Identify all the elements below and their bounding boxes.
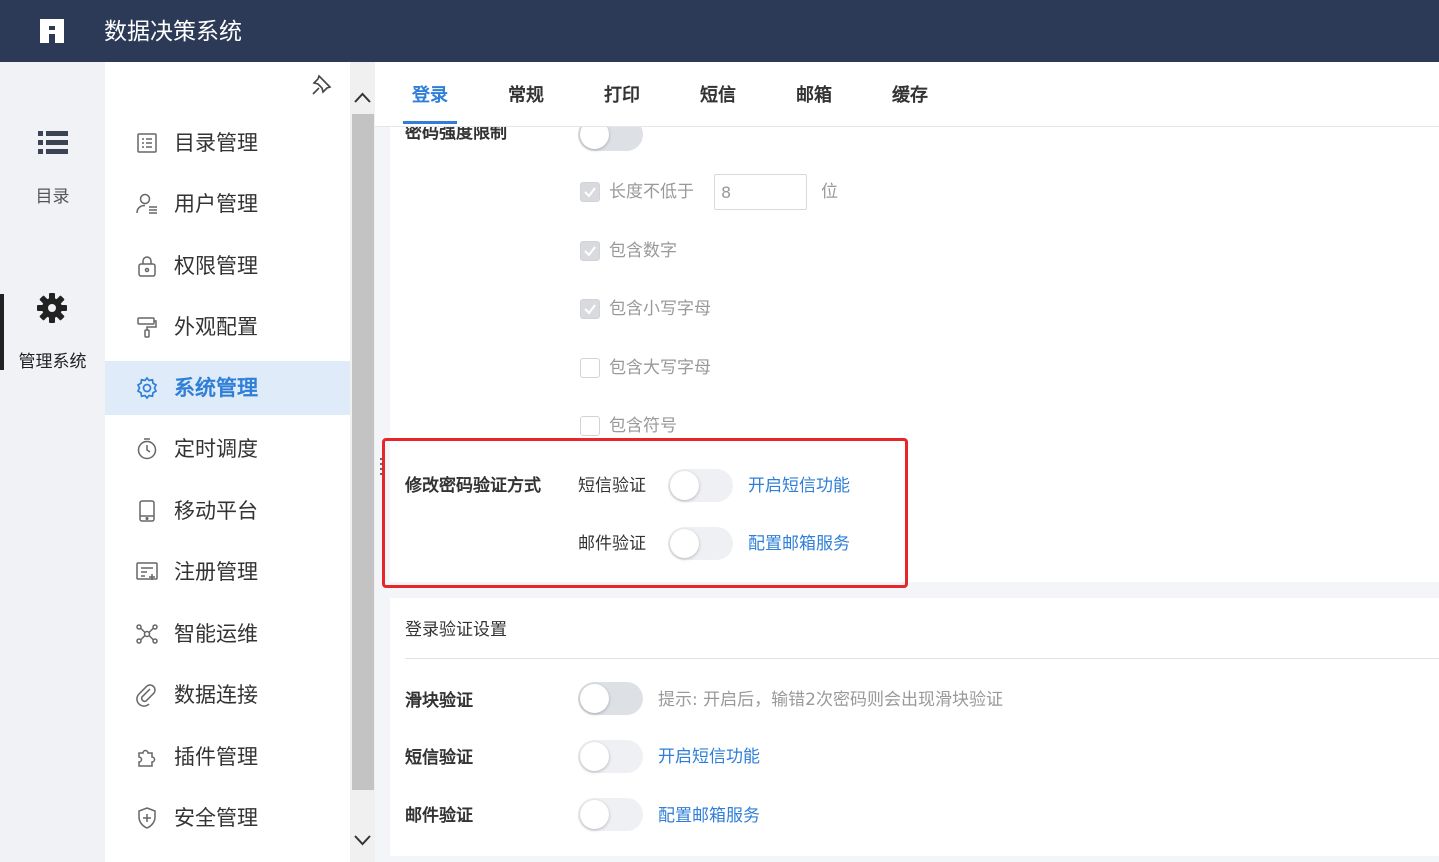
timer-icon: [137, 438, 157, 460]
tab-login-label[interactable]: 登录: [412, 83, 448, 109]
min-length-unit: 位: [821, 182, 838, 202]
fine-logo-icon: [40, 19, 64, 43]
top-bar: 数据决策系统: [0, 0, 1439, 62]
sidebar-item-label: 注册管理: [174, 560, 258, 584]
sidebar-item-label: 权限管理: [174, 254, 258, 278]
list-icon: [38, 131, 68, 154]
sms-verify-label: 短信验证: [405, 748, 473, 768]
slider-verify-hint: 提示: 开启后，输错2次密码则会出现滑块验证: [658, 690, 1003, 710]
sidebar-item-label: 目录管理: [174, 131, 258, 155]
login-verify-panel: [390, 598, 1439, 856]
sidebar-item-data-connection[interactable]: 数据连接: [105, 668, 350, 722]
sidebar-item-label: 数据连接: [174, 683, 258, 707]
sidebar-item-catalog[interactable]: 目录管理: [105, 116, 350, 170]
sidebar-item-security[interactable]: 安全管理: [105, 791, 350, 845]
register-icon: [136, 562, 158, 580]
rail-item-catalog[interactable]: 目录: [0, 120, 105, 207]
gear-icon: [37, 293, 67, 323]
sidebar-item-label: 外观配置: [174, 315, 258, 339]
rule-checkbox-uppercase[interactable]: [580, 358, 600, 378]
rule-checkbox-symbol[interactable]: [580, 416, 600, 436]
chevron-up-icon[interactable]: [350, 82, 375, 112]
catalog-icon: [137, 133, 157, 153]
sidebar-item-label: 移动平台: [174, 499, 258, 523]
enable-sms-link-login[interactable]: 开启短信功能: [658, 745, 760, 769]
plugin-icon: [138, 749, 156, 767]
sidebar-item-label: 用户管理: [174, 192, 258, 216]
rail-item-admin[interactable]: 管理系统: [0, 293, 105, 374]
sidebar-item-mobile[interactable]: 移动平台: [105, 484, 350, 538]
toggle-knob: [580, 684, 609, 713]
highlight-box: [382, 438, 908, 588]
min-length-input[interactable]: [714, 174, 807, 210]
login-verify-title: 登录验证设置: [405, 620, 507, 640]
active-tab-underline: [403, 121, 457, 124]
slider-verify-toggle[interactable]: [578, 682, 643, 715]
rail-label: 管理系统: [18, 352, 87, 372]
sidebar-item-appearance[interactable]: 外观配置: [105, 300, 350, 354]
sidebar-item-label: 插件管理: [174, 745, 258, 769]
rule-checkbox-lowercase[interactable]: [580, 299, 600, 319]
sidebar-item-label: 智能运维: [174, 622, 258, 646]
sidebar-item-label: 定时调度: [174, 437, 258, 461]
tab-mail-label[interactable]: 邮箱: [796, 83, 832, 109]
rule-label: 包含小写字母: [609, 299, 711, 319]
chevron-down-icon[interactable]: [350, 826, 375, 856]
mail-verify-toggle[interactable]: [578, 798, 643, 831]
sidebar-item-register[interactable]: 注册管理: [105, 545, 350, 599]
resize-grip-icon[interactable]: [379, 457, 383, 475]
rule-label: 包含大写字母: [609, 358, 711, 378]
tab-sms-label[interactable]: 短信: [700, 83, 736, 109]
sidebar-item-users[interactable]: 用户管理: [105, 177, 350, 231]
shield-icon: [138, 807, 156, 829]
sidebar-item-label: 系统管理: [174, 376, 258, 400]
tab-cache-label[interactable]: 缓存: [892, 83, 928, 109]
slider-verify-label: 滑块验证: [405, 691, 473, 711]
rail-label: 目录: [35, 187, 70, 207]
sidebar-item-plugins[interactable]: 插件管理: [105, 730, 350, 784]
sms-verify-toggle[interactable]: [578, 740, 643, 773]
app-title: 数据决策系统: [104, 19, 242, 45]
mail-verify-label: 邮件验证: [405, 806, 473, 826]
toggle-knob: [580, 800, 609, 829]
sidebar-item-permissions[interactable]: 权限管理: [105, 239, 350, 293]
scrollbar-thumb[interactable]: [352, 114, 374, 790]
check-icon: [584, 304, 596, 315]
mobile-icon: [139, 500, 155, 522]
paint-roller-icon: [137, 317, 157, 338]
settings-icon: [136, 376, 158, 400]
tab-general-label[interactable]: 常规: [508, 83, 544, 109]
password-strength-label: 密码强度限制: [405, 127, 507, 143]
ops-icon: [136, 624, 158, 644]
divider: [405, 658, 1439, 659]
link-icon: [136, 684, 156, 707]
configure-mail-link-login[interactable]: 配置邮箱服务: [658, 804, 760, 828]
rule-checkbox-digits[interactable]: [580, 241, 600, 261]
pin-icon[interactable]: [311, 74, 333, 96]
check-icon: [584, 187, 596, 198]
sidebar-item-schedule[interactable]: 定时调度: [105, 422, 350, 476]
min-length-checkbox[interactable]: [580, 182, 600, 202]
sidebar-item-label: 安全管理: [174, 806, 258, 830]
min-length-label: 长度不低于: [609, 182, 694, 202]
user-icon: [136, 193, 157, 214]
rule-label: 包含数字: [609, 241, 677, 261]
rule-label: 包含符号: [609, 416, 677, 436]
toggle-knob: [580, 742, 609, 771]
sidebar-item-system[interactable]: 系统管理: [105, 361, 350, 415]
check-icon: [584, 246, 596, 257]
tab-print-label[interactable]: 打印: [604, 83, 640, 109]
sidebar-item-ops[interactable]: 智能运维: [105, 607, 350, 661]
lock-icon: [138, 256, 156, 277]
